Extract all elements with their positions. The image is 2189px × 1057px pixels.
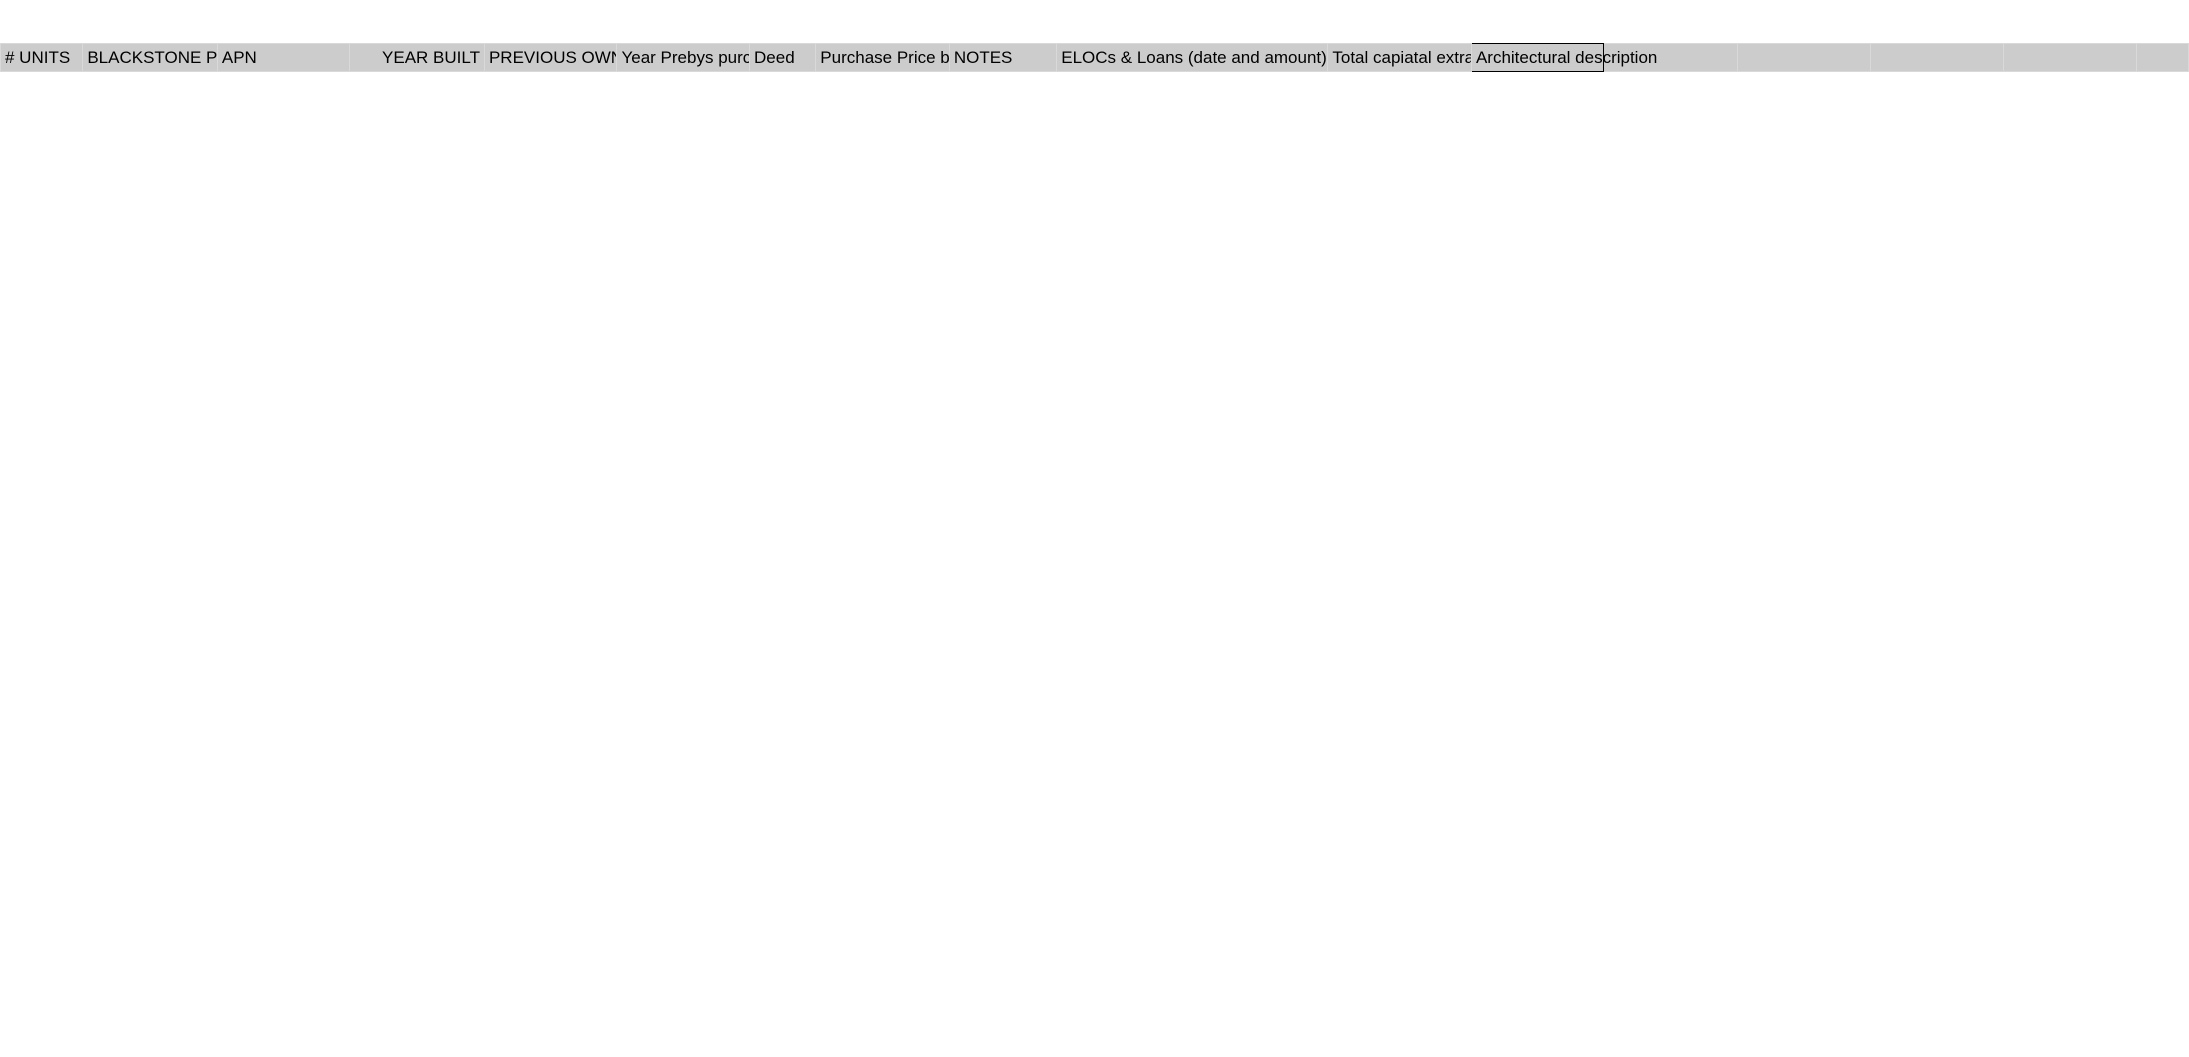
header-purchase-price[interactable]: Purchase Price b	[815, 43, 950, 72]
header-units[interactable]: # UNITS	[0, 43, 84, 72]
header-empty-cell[interactable]	[1737, 43, 1871, 72]
header-previous-owner[interactable]: PREVIOUS OWN	[483, 43, 618, 72]
header-blackstone[interactable]: BLACKSTONE P	[82, 43, 218, 72]
header-notes[interactable]: NOTES	[948, 43, 1058, 72]
header-empty-cell[interactable]	[2135, 43, 2189, 72]
header-year-prebys[interactable]: Year Prebys purc	[616, 43, 751, 72]
header-deed[interactable]: Deed	[749, 43, 817, 72]
sheet-body: # UNITS BLACKSTONE P APN YEAR BUILT PREV…	[0, 43, 2189, 72]
header-year-built[interactable]: YEAR BUILT	[349, 43, 485, 72]
header-empty-cell[interactable]	[1869, 43, 2005, 72]
header-architectural[interactable]: Architectural description	[1470, 43, 1657, 72]
header-total-capital[interactable]: Total capiatal extra	[1327, 43, 1472, 72]
header-empty-cell[interactable]	[2003, 43, 2137, 72]
header-apn[interactable]: APN	[216, 43, 351, 72]
header-row: # UNITS BLACKSTONE P APN YEAR BUILT PREV…	[0, 43, 2189, 72]
spreadsheet-grid[interactable]: # UNITS BLACKSTONE P APN YEAR BUILT PREV…	[0, 43, 2189, 72]
header-loans[interactable]: ELOCs & Loans (date and amount)	[1056, 43, 1329, 72]
